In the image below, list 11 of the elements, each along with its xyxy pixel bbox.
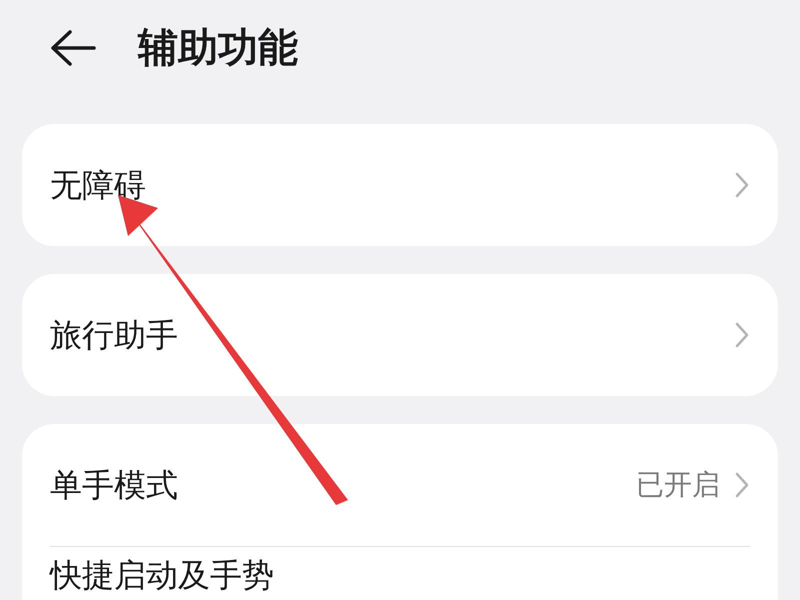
row-label: 无障碍 (50, 166, 147, 205)
row-label: 旅行助手 (50, 316, 179, 355)
settings-row[interactable]: 单手模式 已开启 (50, 424, 750, 546)
page-title: 辅助功能 (138, 25, 298, 72)
row-value: 已开启 (636, 468, 720, 502)
settings-row[interactable]: 快捷启动及手势 (50, 546, 750, 600)
row-label: 快捷启动及手势 (50, 556, 275, 595)
settings-row[interactable]: 无障碍 (50, 124, 750, 246)
settings-row[interactable]: 旅行助手 (50, 274, 750, 396)
back-arrow-icon[interactable] (50, 30, 96, 66)
row-label: 单手模式 (50, 466, 179, 505)
